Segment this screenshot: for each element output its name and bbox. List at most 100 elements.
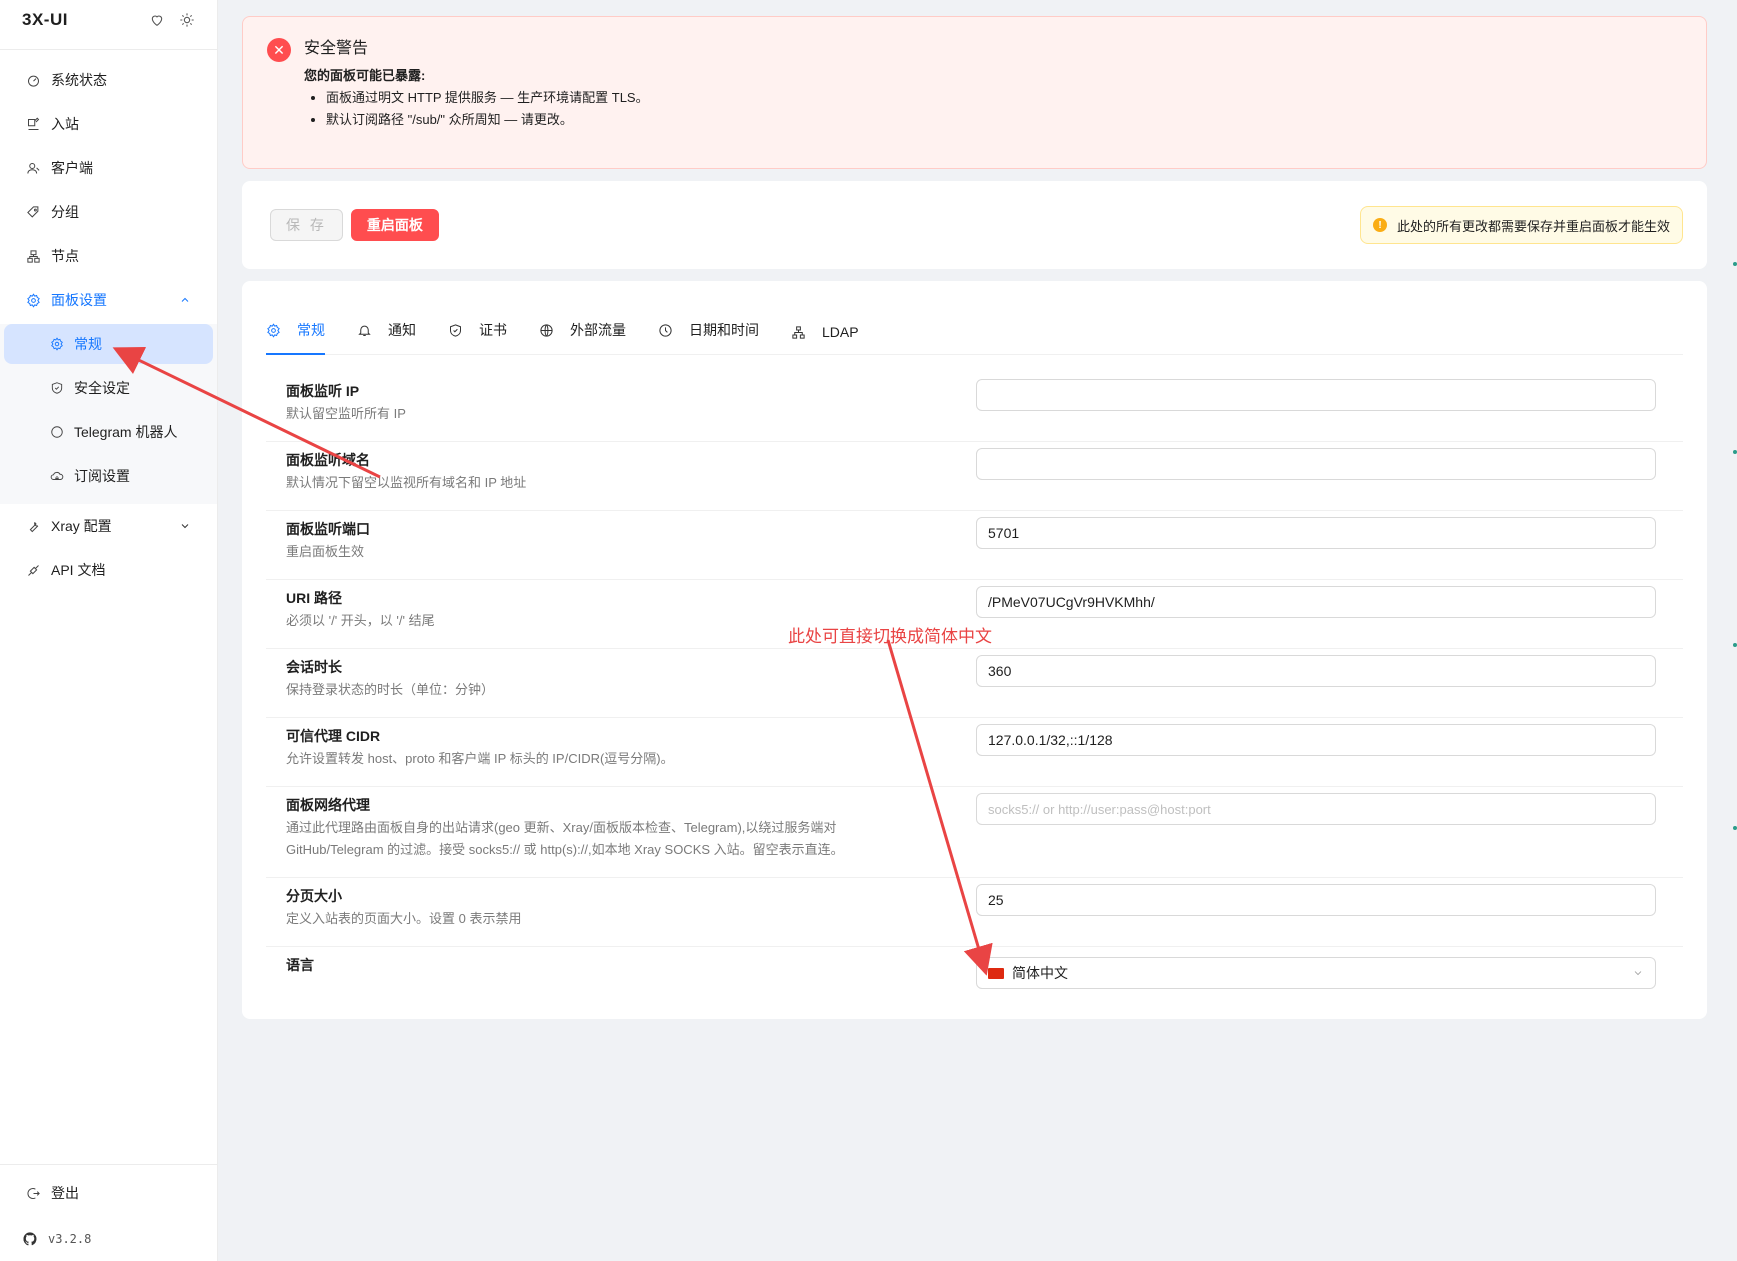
- edge-marker: [1733, 643, 1737, 647]
- setting-row-listen-ip: 面板监听 IP 默认留空监听所有 IP: [266, 373, 1683, 442]
- org-icon: [792, 325, 805, 339]
- sidebar-item-nodes[interactable]: 节点: [0, 234, 217, 278]
- edge-marker: [1733, 262, 1737, 266]
- alert-body: 您的面板可能已暴露: 面板通过明文 HTTP 提供服务 — 生产环境请配置 TL…: [304, 65, 1682, 131]
- listen-port-input[interactable]: 5701: [976, 517, 1656, 549]
- sun-icon[interactable]: [179, 12, 195, 28]
- language-selected: 简体中文: [988, 963, 1068, 983]
- tab-label: 外部流量: [570, 322, 626, 338]
- setting-desc: 默认留空监听所有 IP: [286, 406, 406, 421]
- bell-icon: [358, 325, 371, 336]
- uri-path-input[interactable]: /PMeV07UCgVr9HVKMhh/: [976, 586, 1656, 618]
- save-button[interactable]: 保 存: [270, 209, 343, 241]
- sidebar-bottom-divider: [0, 1164, 217, 1165]
- api-icon: [28, 564, 39, 576]
- setting-row-listen-port: 面板监听端口 重启面板生效 5701: [266, 511, 1683, 580]
- sidebar-item-inbounds[interactable]: 入站: [0, 102, 217, 146]
- alert-bullet: 面板通过明文 HTTP 提供服务 — 生产环境请配置 TLS。: [326, 87, 1682, 109]
- logout-button[interactable]: 登出: [0, 1169, 217, 1217]
- listen-domain-input[interactable]: [976, 448, 1656, 480]
- shield-check-icon: [450, 323, 461, 337]
- setting-desc: 通过此代理路由面板自身的出站请求(geo 更新、Xray/面板版本检查、Tele…: [286, 817, 976, 861]
- sidebar-item-groups[interactable]: 分组: [0, 190, 217, 234]
- setting-desc: 默认情况下留空以监视所有域名和 IP 地址: [286, 475, 527, 490]
- settings-list: 面板监听 IP 默认留空监听所有 IP 面板监听域名 默认情况下留空以监视所有域…: [266, 373, 1683, 1003]
- brand-title: 3X-UI: [22, 10, 68, 29]
- alert-bullet: 默认订阅路径 "/sub/" 众所周知 — 请更改。: [326, 109, 1682, 131]
- settings-card: 常规 通知 证书 外部流量 日期和时间 LDAP 面板监听 IP 默认留空监听所…: [242, 281, 1707, 1019]
- sidebar-subitem-subscription[interactable]: 订阅设置: [0, 454, 217, 498]
- setting-row-trusted-proxy: 可信代理 CIDR 允许设置转发 host、proto 和客户端 IP 标头的 …: [266, 718, 1683, 787]
- tab-certificates[interactable]: 证书: [448, 320, 507, 354]
- setting-row-session: 会话时长 保持登录状态的时长（单位：分钟） 360: [266, 649, 1683, 718]
- page-size-input[interactable]: 25: [976, 884, 1656, 916]
- sidebar-item-label: Xray 配置: [51, 518, 112, 534]
- tool-icon: [29, 521, 39, 532]
- sidebar: 3X-UI 系统状态 入站 客户端 分组 节点 面板设置 常规 安全设定 Tel…: [0, 0, 218, 1261]
- setting-row-page-size: 分页大小 定义入站表的页面大小。设置 0 表示禁用 25: [266, 878, 1683, 947]
- setting-title: 可信代理 CIDR: [286, 728, 381, 744]
- tab-label: 常规: [297, 322, 325, 338]
- setting-row-network-proxy: 面板网络代理 通过此代理路由面板自身的出站请求(geo 更新、Xray/面板版本…: [266, 787, 1683, 878]
- notice-text: 此处的所有更改都需要保存并重启面板才能生效: [1396, 218, 1670, 234]
- users-icon: [27, 162, 40, 174]
- sidebar-subitem-telegram[interactable]: Telegram 机器人: [0, 410, 217, 454]
- sidebar-item-label: 分组: [51, 204, 79, 220]
- shield-icon: [51, 382, 63, 394]
- language-select[interactable]: 简体中文: [976, 957, 1656, 989]
- settings-icon: [267, 322, 280, 338]
- sidebar-item-xray-config[interactable]: Xray 配置: [0, 504, 217, 548]
- tag-icon: [27, 205, 39, 218]
- tab-external-traffic[interactable]: 外部流量: [539, 320, 626, 354]
- setting-title: 面板监听 IP: [286, 383, 360, 399]
- setting-desc: 定义入站表的页面大小。设置 0 表示禁用: [286, 911, 522, 926]
- setting-title: 面板监听域名: [286, 452, 370, 468]
- sidebar-subitem-general[interactable]: 常规: [4, 324, 213, 364]
- sidebar-item-clients[interactable]: 客户端: [0, 146, 217, 190]
- chat-icon: [51, 426, 63, 438]
- tab-ldap[interactable]: LDAP: [791, 324, 859, 354]
- sidebar-bottom: 登出 v3.2.8: [0, 1164, 217, 1261]
- sidebar-item-api-docs[interactable]: API 文档: [0, 548, 217, 592]
- dashboard-icon: [28, 75, 39, 87]
- cloud-icon: [50, 471, 64, 481]
- tab-general[interactable]: 常规: [266, 320, 325, 355]
- sidebar-subitem-security[interactable]: 安全设定: [0, 366, 217, 410]
- heart-icon[interactable]: [149, 12, 165, 28]
- restart-panel-button[interactable]: 重启面板: [350, 209, 439, 241]
- version-label: v3.2.8: [48, 1232, 92, 1246]
- setting-desc-line: GitHub/Telegram 的过滤。接受 socks5:// 或 http(…: [286, 842, 844, 857]
- setting-desc-line: 通过此代理路由面板自身的出站请求(geo 更新、Xray/面板版本检查、Tele…: [286, 820, 837, 835]
- actions-card: 保 存 重启面板 ! 此处的所有更改都需要保存并重启面板才能生效: [242, 181, 1707, 269]
- setting-title: 会话时长: [286, 659, 342, 675]
- tab-notifications[interactable]: 通知: [357, 320, 416, 354]
- main-content: ✕ 安全警告 您的面板可能已暴露: 面板通过明文 HTTP 提供服务 — 生产环…: [242, 16, 1707, 1019]
- alert-title: 安全警告: [304, 40, 369, 57]
- tab-datetime[interactable]: 日期和时间: [658, 320, 759, 354]
- github-icon: [23, 1232, 37, 1246]
- network-proxy-input[interactable]: socks5:// or http://user:pass@host:port: [976, 793, 1656, 825]
- sidebar-item-panel-settings[interactable]: 面板设置: [0, 278, 217, 322]
- sidebar-item-label: 入站: [51, 116, 79, 132]
- setting-desc: 允许设置转发 host、proto 和客户端 IP 标头的 IP/CIDR(逗号…: [286, 751, 674, 766]
- sidebar-item-label: 客户端: [51, 160, 93, 176]
- setting-title: 语言: [286, 957, 314, 973]
- version-info[interactable]: v3.2.8: [0, 1217, 217, 1261]
- edge-marker: [1733, 450, 1737, 454]
- close-circle-icon: ✕: [267, 38, 291, 62]
- security-alert: ✕ 安全警告 您的面板可能已暴露: 面板通过明文 HTTP 提供服务 — 生产环…: [242, 16, 1707, 169]
- language-value: 简体中文: [1012, 965, 1068, 981]
- clock-icon: [659, 323, 672, 337]
- setting-title: 面板网络代理: [286, 797, 370, 813]
- annotation-text: 此处可直接切换成简体中文: [788, 627, 992, 647]
- listen-ip-input[interactable]: [976, 379, 1656, 411]
- edit-icon: [28, 117, 40, 130]
- session-duration-input[interactable]: 360: [976, 655, 1656, 687]
- settings-icon: [27, 292, 40, 308]
- alert-list: 面板通过明文 HTTP 提供服务 — 生产环境请配置 TLS。 默认订阅路径 "…: [304, 87, 1682, 131]
- logout-label: 登出: [51, 1185, 79, 1201]
- sidebar-item-label: 面板设置: [51, 292, 107, 308]
- trusted-proxy-input[interactable]: 127.0.0.1/32,::1/128: [976, 724, 1656, 756]
- china-flag-icon: [988, 967, 1004, 979]
- sidebar-item-system-status[interactable]: 系统状态: [0, 58, 217, 102]
